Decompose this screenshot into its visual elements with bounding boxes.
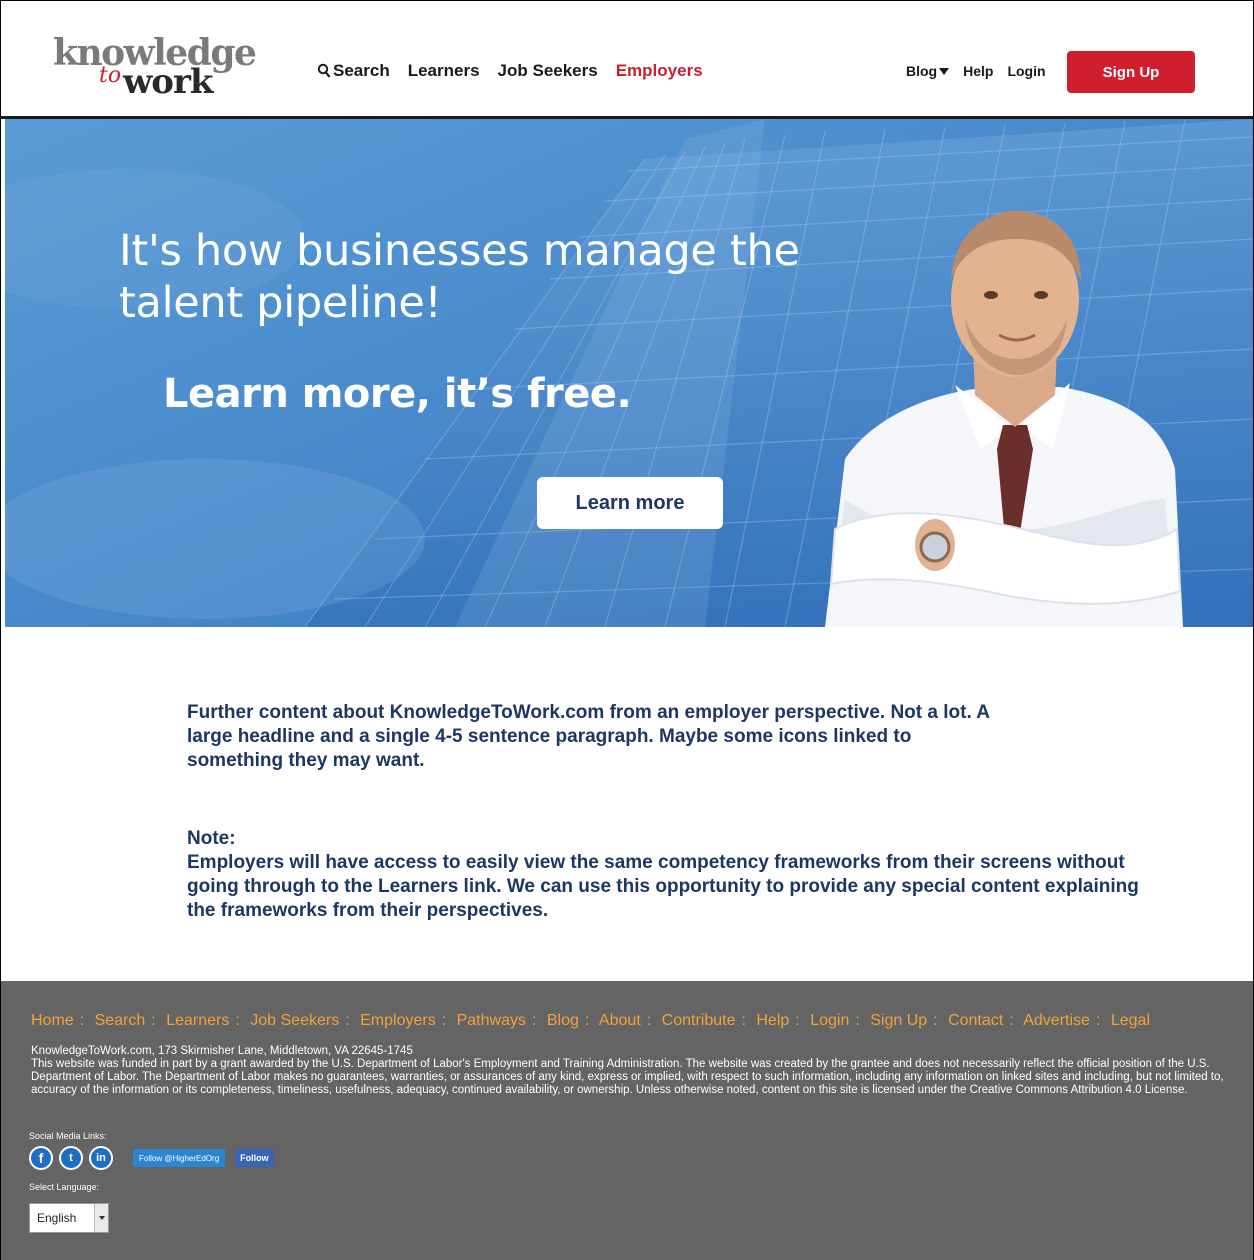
- sign-up-button[interactable]: Sign Up: [1067, 51, 1195, 93]
- footer-link-advertise[interactable]: Advertise: [1023, 1012, 1090, 1029]
- footer-link-pathways[interactable]: Pathways: [457, 1012, 526, 1029]
- footer-link-blog[interactable]: Blog: [547, 1012, 579, 1029]
- logo-text-work: work: [123, 62, 213, 102]
- facebook-follow-label: Follow: [240, 1153, 269, 1163]
- footer-link-sign-up[interactable]: Sign Up: [870, 1012, 927, 1029]
- nav-search[interactable]: Search: [317, 61, 390, 81]
- hero-headline: It's how businesses manage the talent pi…: [119, 226, 800, 328]
- footer-separator: :: [345, 1012, 350, 1029]
- footer-link-home[interactable]: Home: [31, 1012, 74, 1029]
- nav-help[interactable]: Help: [963, 63, 993, 79]
- twitter-follow-button[interactable]: Follow @HigherEdOrg: [133, 1149, 226, 1167]
- twitter-follow-label: Follow @HigherEdOrg: [139, 1153, 220, 1163]
- search-icon: [317, 63, 331, 78]
- nav-employers[interactable]: Employers: [616, 61, 703, 81]
- facebook-follow-button[interactable]: Follow: [235, 1149, 274, 1167]
- footer-separator: :: [151, 1012, 156, 1029]
- nav-blog-label: Blog: [906, 63, 938, 79]
- social-media-links: f t in Follow @HigherEdOrg Follow: [29, 1146, 274, 1170]
- footer-link-contact[interactable]: Contact: [948, 1012, 1003, 1029]
- nav-job-seekers[interactable]: Job Seekers: [498, 61, 598, 81]
- language-label: Select Language:: [29, 1182, 100, 1192]
- nav-search-label: Search: [333, 61, 390, 80]
- businessman-photo: [825, 210, 1183, 627]
- site-header: knowledge to work Search Learners Job Se…: [1, 1, 1253, 119]
- learn-more-button[interactable]: Learn more: [537, 477, 723, 529]
- footer-link-contribute[interactable]: Contribute: [662, 1012, 736, 1029]
- footer-separator: :: [235, 1012, 240, 1029]
- logo-text-to: to: [99, 63, 122, 88]
- footer-link-search[interactable]: Search: [95, 1012, 146, 1029]
- logo[interactable]: knowledge to work: [53, 35, 263, 99]
- page-frame: knowledge to work Search Learners Job Se…: [0, 0, 1254, 1260]
- footer-disclaimer: This website was funded in part by a gra…: [31, 1058, 1224, 1096]
- footer-link-help[interactable]: Help: [756, 1012, 789, 1029]
- nav-blog[interactable]: Blog: [906, 63, 950, 79]
- twitter-icon[interactable]: t: [59, 1146, 83, 1170]
- footer-link-about[interactable]: About: [599, 1012, 641, 1029]
- footer-link-login[interactable]: Login: [810, 1012, 849, 1029]
- facebook-icon[interactable]: f: [29, 1146, 53, 1170]
- language-select[interactable]: English: [29, 1203, 109, 1233]
- employer-content: Further content about KnowledgeToWork.co…: [187, 701, 1147, 923]
- hero-banner: It's how businesses manage the talent pi…: [5, 119, 1253, 627]
- footer-separator: :: [933, 1012, 938, 1029]
- footer-separator: :: [646, 1012, 652, 1029]
- footer-separator: :: [79, 1012, 85, 1029]
- footer-link-employers[interactable]: Employers: [360, 1012, 436, 1029]
- intro-paragraph: Further content about KnowledgeToWork.co…: [187, 702, 990, 771]
- footer-link-legal[interactable]: Legal: [1111, 1012, 1150, 1029]
- footer-address: KnowledgeToWork.com, 173 Skirmisher Lane…: [31, 1045, 413, 1057]
- footer-link-job-seekers[interactable]: Job Seekers: [250, 1012, 339, 1029]
- note-title: Note:: [187, 828, 236, 849]
- footer-separator: :: [1009, 1012, 1014, 1029]
- footer-links: Home: Search: Learners: Job Seekers: Emp…: [31, 1012, 1150, 1030]
- language-select-value: English: [37, 1211, 77, 1225]
- nav-login[interactable]: Login: [1007, 63, 1045, 79]
- secondary-nav: Blog Help Login: [906, 63, 1046, 79]
- note-body: Employers will have access to easily vie…: [187, 852, 1139, 921]
- footer-separator: :: [441, 1012, 447, 1029]
- footer-separator: :: [795, 1012, 800, 1029]
- chevron-down-icon: [94, 1204, 108, 1232]
- footer-separator: :: [1095, 1012, 1101, 1029]
- footer-separator: :: [584, 1012, 590, 1029]
- footer-link-learners[interactable]: Learners: [166, 1012, 229, 1029]
- main-nav: Search Learners Job Seekers Employers: [317, 61, 703, 81]
- nav-learners[interactable]: Learners: [408, 61, 480, 81]
- footer-separator: :: [855, 1012, 860, 1029]
- chevron-down-icon: [939, 67, 950, 75]
- footer-separator: :: [531, 1012, 537, 1029]
- social-media-label: Social Media Links:: [29, 1131, 107, 1141]
- hero-subheadline: Learn more, it’s free.: [163, 371, 632, 417]
- site-footer: Home: Search: Learners: Job Seekers: Emp…: [1, 981, 1253, 1260]
- linkedin-icon[interactable]: in: [89, 1146, 113, 1170]
- footer-separator: :: [741, 1012, 746, 1029]
